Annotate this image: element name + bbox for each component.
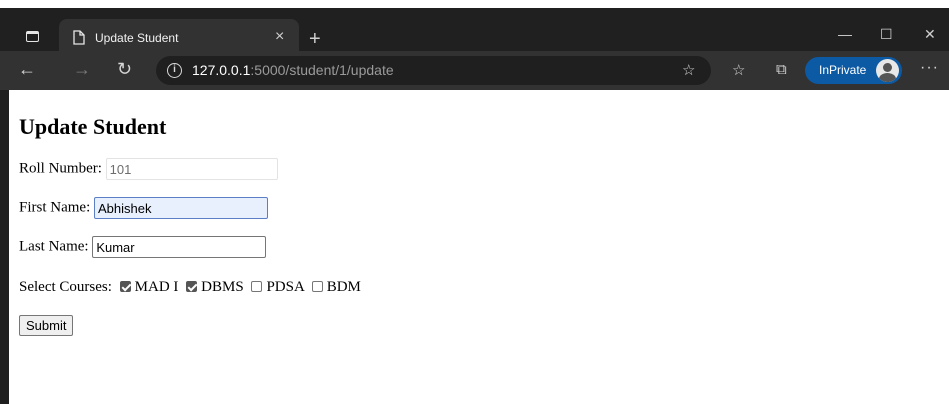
last-name-label: Last Name: [19,238,89,255]
course-label-mad-i: MAD I [134,279,179,295]
url-path: :5000/student/1/update [250,62,394,78]
new-tab-button[interactable]: + [309,29,321,49]
tab-title: Update Student [95,31,179,45]
course-checkbox-pdsa[interactable] [251,281,263,292]
course-checkbox-bdm[interactable] [311,281,323,292]
courses-row: Select Courses: MAD I DBMS PDSA BDM [19,279,361,296]
courses-label: Select Courses: [19,279,112,295]
back-arrow-icon[interactable]: ← [18,59,36,80]
course-label-dbms: DBMS [201,279,244,295]
forward-arrow-icon: → [73,59,91,79]
url-text[interactable]: 127.0.0.1:5000/student/1/update [192,62,394,78]
first-name-label: First Name: [19,199,91,216]
tab-close-icon[interactable]: × [275,28,284,46]
document-icon [73,30,85,45]
collections-icon[interactable]: ⧉ [776,61,787,78]
course-label-pdsa: PDSA [266,279,304,295]
course-checkbox-mad-i[interactable] [119,281,131,292]
address-bar[interactable]: i 127.0.0.1:5000/student/1/update [156,56,711,85]
first-name-field[interactable] [94,197,268,219]
last-name-field[interactable] [92,236,267,258]
screen-top-strip [0,0,949,8]
submit-button[interactable]: Submit [19,315,74,336]
page-content: Update Student Roll Number: First Name: … [9,90,949,404]
last-name-row: Last Name: [19,236,267,258]
tab-actions-icon[interactable] [26,31,39,42]
info-icon[interactable]: i [167,63,182,78]
refresh-icon[interactable]: ↻ [117,59,132,80]
minimize-icon[interactable]: — [838,26,852,42]
more-menu-icon[interactable]: ··· [920,59,939,77]
inprivate-label: InPrivate [819,63,867,77]
maximize-icon[interactable]: ☐ [880,26,893,43]
add-favorite-icon[interactable]: ☆ [682,61,695,79]
course-label-bdm: BDM [326,279,361,295]
roll-number-label: Roll Number: [19,160,102,177]
close-window-icon[interactable]: ✕ [924,26,936,43]
roll-number-row: Roll Number: [19,158,278,180]
favorites-icon[interactable]: ☆ [732,61,745,79]
inprivate-badge[interactable]: InPrivate [805,57,902,84]
course-checkbox-dbms[interactable] [186,281,198,292]
browser-titlebar: Update Student × + — ☐ ✕ [0,8,949,59]
roll-number-field [105,158,278,180]
first-name-row: First Name: [19,197,268,219]
avatar [876,59,899,82]
page-title: Update Student [19,114,167,139]
address-toolbar: ← → ↻ i 127.0.0.1:5000/student/1/update … [0,51,949,90]
url-host: 127.0.0.1 [192,62,251,78]
